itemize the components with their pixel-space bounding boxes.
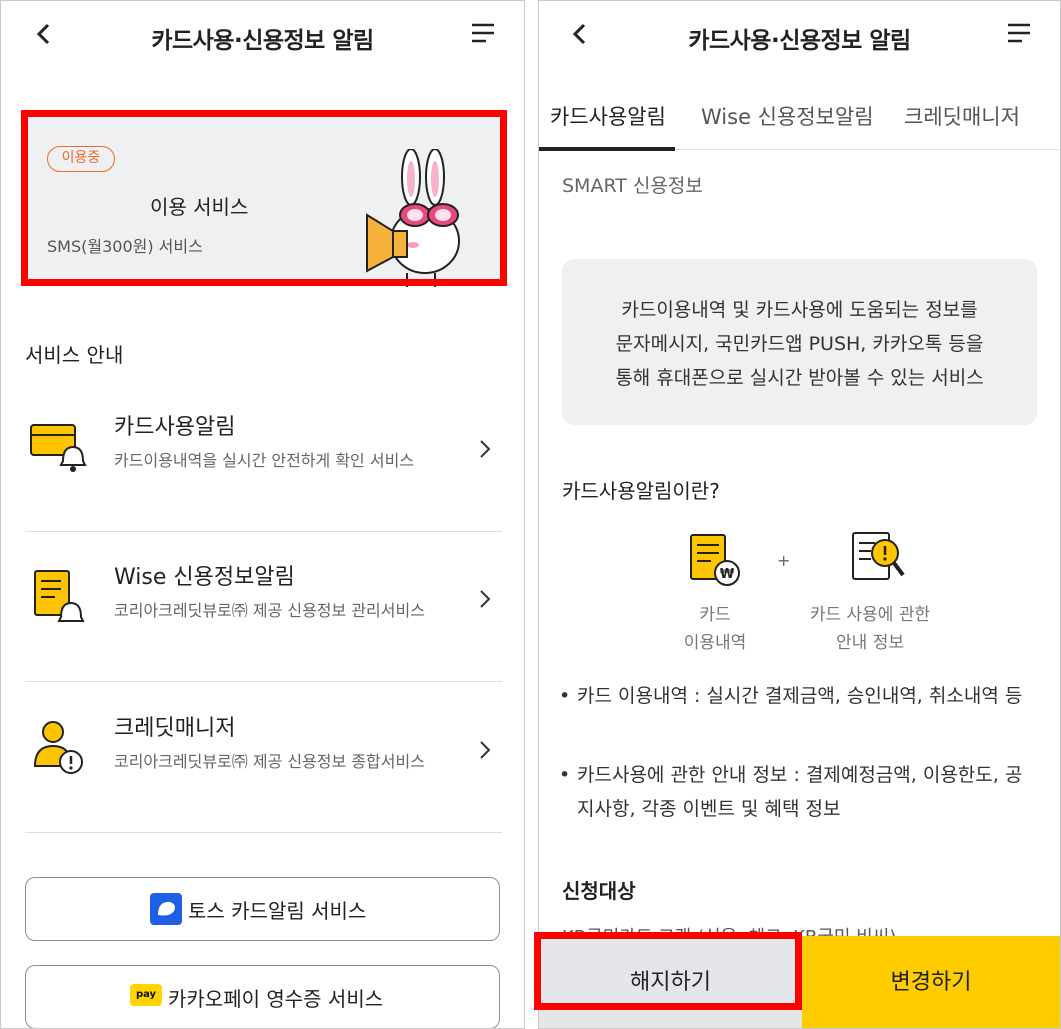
person-alert-icon: [33, 721, 83, 774]
right-screen: 카드사용·신용정보 알림 카드사용알림 Wise 신용정보알림 크레딧매니저 S…: [538, 0, 1061, 1029]
left-screen: 카드사용·신용정보 알림 이용중 이용 서비스 SMS(월300원) 서비스 서…: [0, 0, 525, 1029]
info-box: 카드이용내역 및 카드사용에 도움되는 정보를 문자메시지, 국민카드앱 PUS…: [562, 259, 1037, 425]
tab-credit-manager[interactable]: 크레딧매니저: [904, 101, 1020, 131]
bullet-item: • 카드사용에 관한 안내 정보 : 결제예정금액, 이용한도, 공지사항, 각…: [559, 764, 1023, 820]
card-usage-icon: ₩: [690, 534, 740, 586]
plus-sign: +: [777, 551, 791, 570]
menu-icon[interactable]: [470, 21, 496, 45]
tab-card-alert[interactable]: 카드사용알림: [550, 101, 666, 131]
card-subtitle: SMS(월300원) 서비스: [47, 237, 203, 256]
chevron-right-icon: [480, 590, 491, 608]
section-title: 서비스 안내: [25, 343, 124, 367]
toss-icon: [150, 893, 182, 925]
service-item-wise[interactable]: Wise 신용정보알림 코리아크레딧뷰로㈜ 제공 신용정보 관리서비스: [25, 531, 502, 682]
cancel-subscription-button[interactable]: 해지하기: [539, 936, 802, 1028]
section-title: 카드사용알림이란?: [562, 479, 720, 503]
header: 카드사용·신용정보 알림: [1, 1, 524, 73]
active-tab-indicator: [539, 147, 675, 151]
info-line: 카드이용내역 및 카드사용에 도움되는 정보를: [621, 299, 978, 321]
service-desc: 코리아크레딧뷰로㈜ 제공 신용정보 종합서비스: [114, 752, 425, 771]
tab-bar: 카드사용알림 Wise 신용정보알림 크레딧매니저: [539, 93, 1060, 151]
change-button[interactable]: 변경하기: [802, 936, 1060, 1028]
chevron-right-icon: [480, 440, 491, 458]
subtab-smart[interactable]: SMART 신용정보: [562, 171, 703, 198]
bottom-action-bar: 해지하기 변경하기: [539, 936, 1060, 1028]
button-label: 카카오페이 영수증 서비스: [168, 987, 384, 1011]
page-title: 카드사용·신용정보 알림: [688, 28, 911, 54]
info-line: 문자메시지, 국민카드앱 PUSH, 카카오톡 등을: [615, 333, 984, 355]
in-use-badge: 이용중: [47, 146, 115, 172]
card-bell-icon: [30, 424, 87, 472]
service-item-card-alert[interactable]: 카드사용알림 카드이용내역을 실시간 안전하게 확인 서비스: [25, 381, 502, 532]
service-name: 크레딧매니저: [114, 716, 236, 741]
chevron-right-icon: [480, 741, 491, 759]
service-desc: 코리아크레딧뷰로㈜ 제공 신용정보 관리서비스: [114, 601, 425, 620]
service-item-credit-manager[interactable]: 크레딧매니저 코리아크레딧뷰로㈜ 제공 신용정보 종합서비스: [25, 682, 502, 833]
icon-label: 카드 이용내역: [683, 605, 747, 653]
menu-icon[interactable]: [1006, 21, 1032, 45]
document-bell-icon: [34, 570, 85, 622]
rabbit-mascot-icon: [366, 149, 460, 287]
button-label: 토스 카드알림 서비스: [188, 899, 367, 923]
card-title: 이용 서비스: [150, 195, 249, 219]
button-label: 변경하기: [890, 970, 972, 995]
service-desc: 카드이용내역을 실시간 안전하게 확인 서비스: [114, 451, 415, 470]
service-name: Wise 신용정보알림: [114, 565, 295, 590]
tab-wise[interactable]: Wise 신용정보알림: [701, 101, 874, 131]
page-title: 카드사용·신용정보 알림: [151, 28, 374, 54]
service-name: 카드사용알림: [114, 415, 236, 440]
bullet-item: • 카드 이용내역 : 실시간 결제금액, 승인내역, 취소내역 등: [559, 685, 1023, 707]
info-line: 통해 휴대폰으로 실시간 받아볼 수 있는 서비스: [615, 367, 984, 389]
button-label: 해지하기: [630, 970, 711, 995]
svg-text:₩: ₩: [720, 567, 735, 582]
document-search-icon: [852, 532, 905, 580]
target-title: 신청대상: [562, 879, 636, 903]
kakaopay-icon: pay: [130, 984, 162, 1006]
icon-label: 카드 사용에 관한 안내 정보: [809, 605, 931, 653]
kakaopay-receipt-button[interactable]: pay 카카오페이 영수증 서비스: [25, 965, 500, 1028]
toss-alert-button[interactable]: 토스 카드알림 서비스: [25, 877, 500, 941]
header: 카드사용·신용정보 알림: [539, 1, 1060, 73]
current-service-card[interactable]: 이용중 이용 서비스 SMS(월300원) 서비스: [25, 113, 502, 287]
